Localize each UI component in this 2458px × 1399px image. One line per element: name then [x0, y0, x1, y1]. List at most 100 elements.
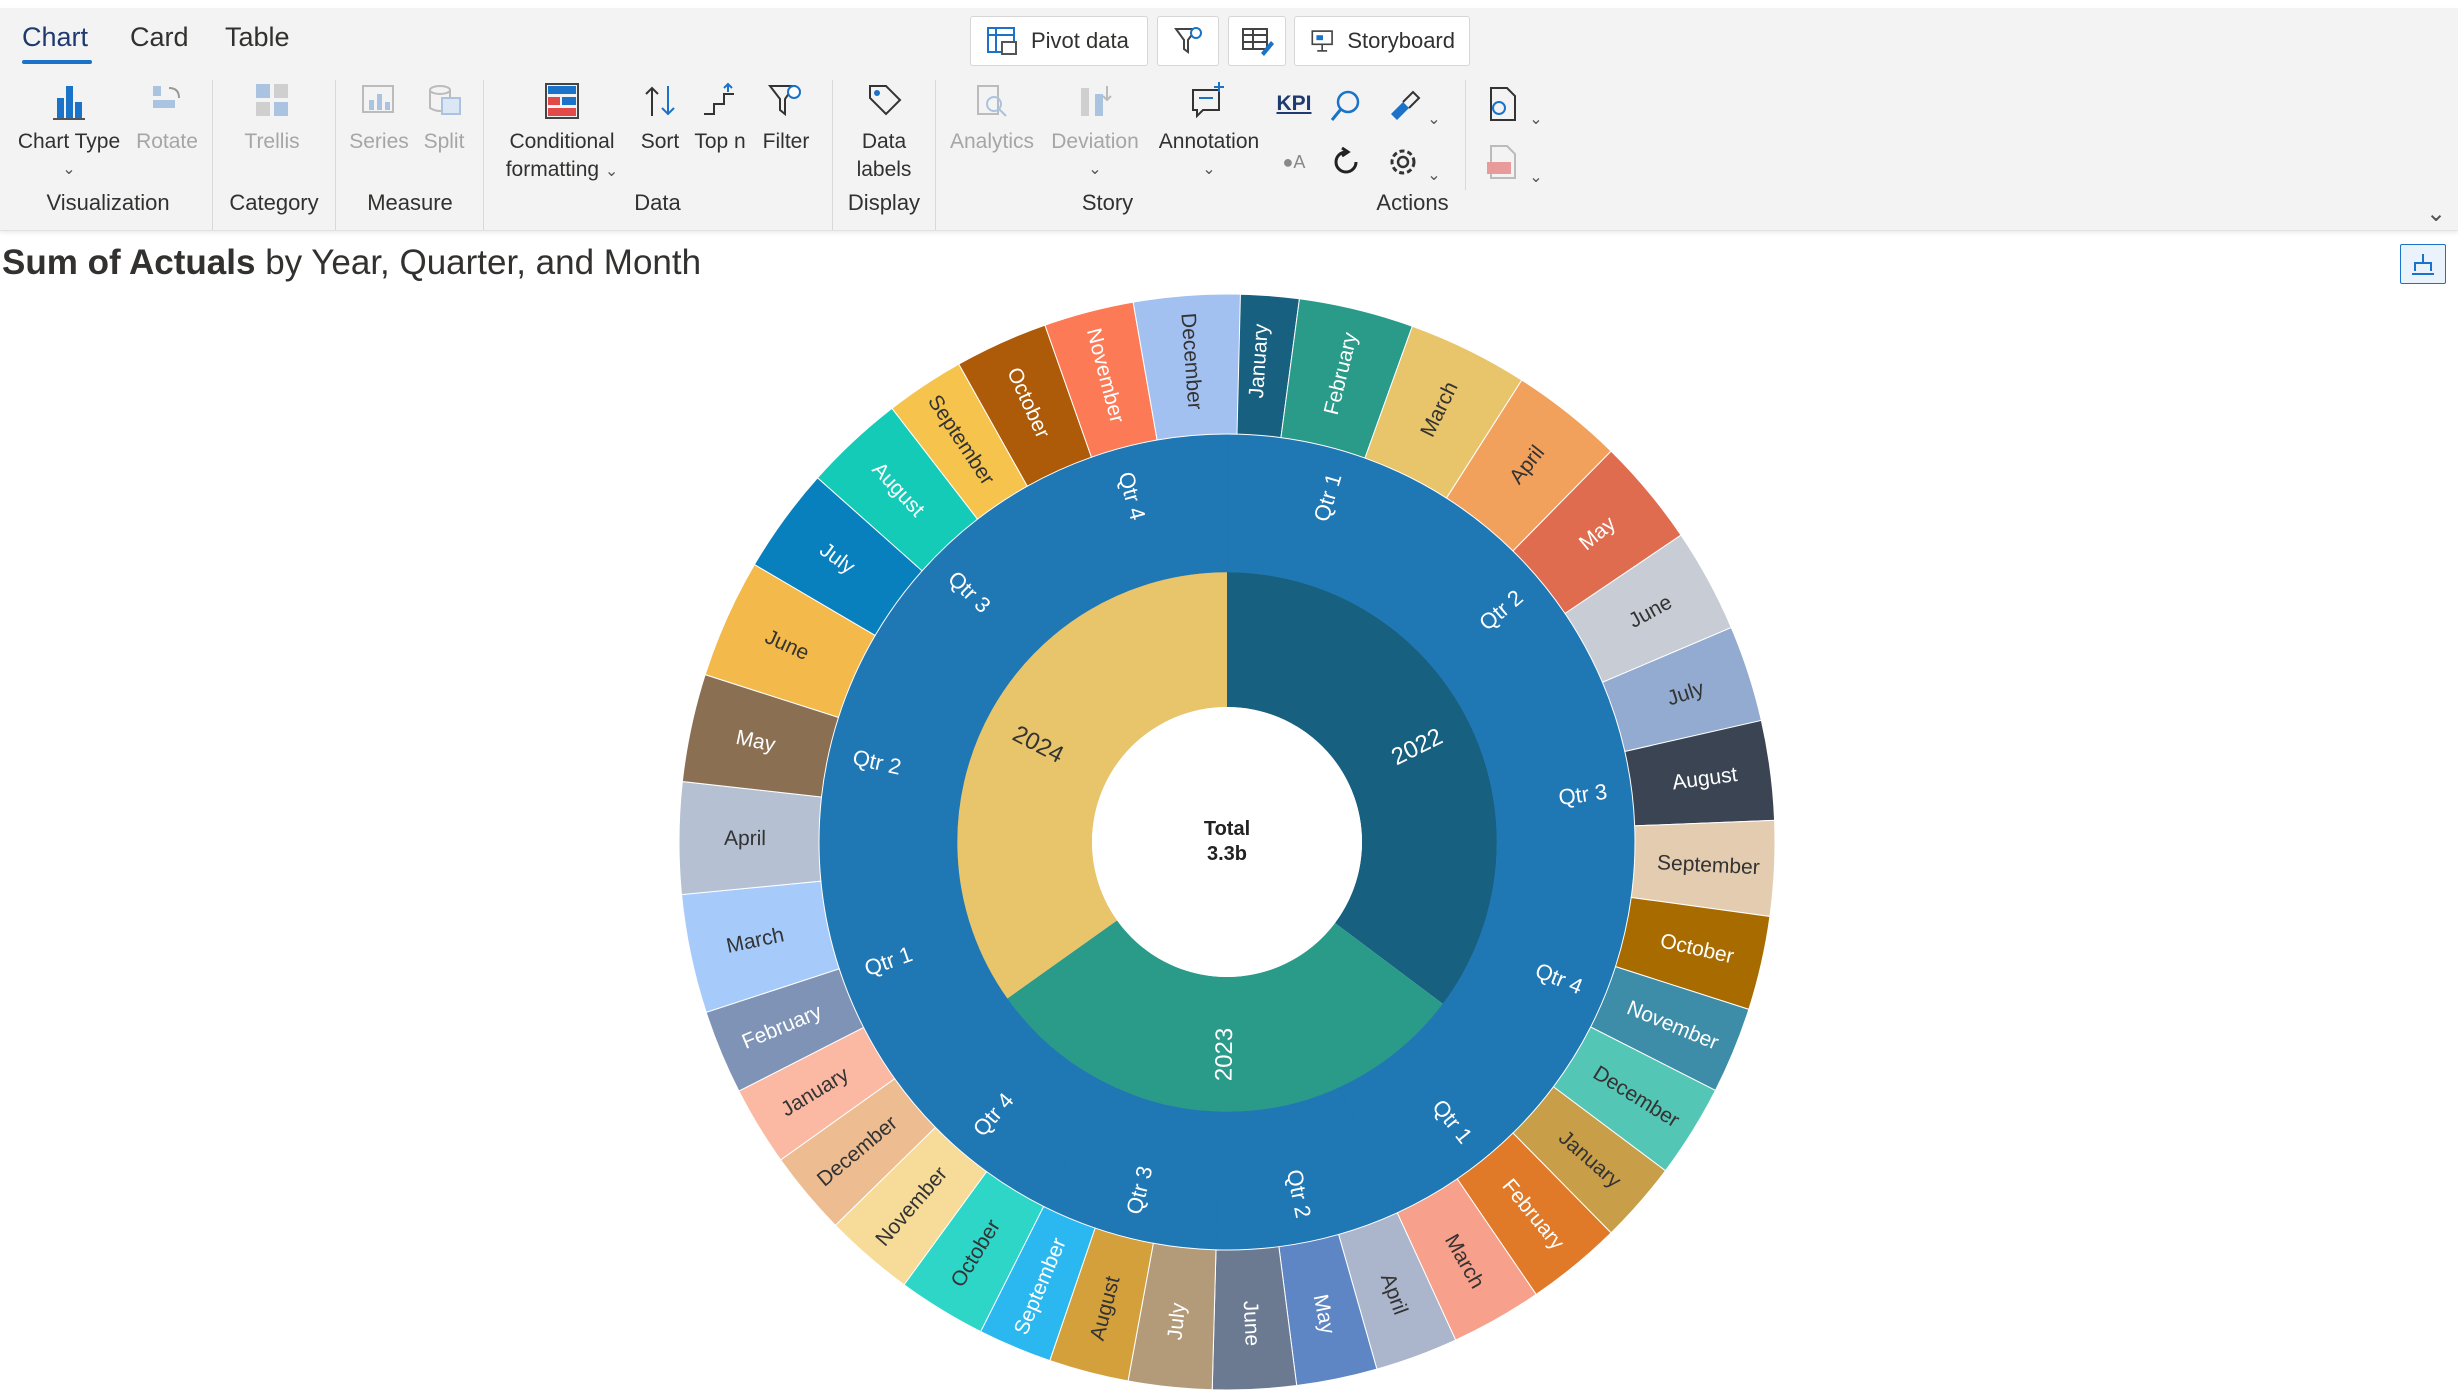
- chevron-down-icon: ⌄: [62, 161, 76, 178]
- tab-card[interactable]: Card: [130, 22, 189, 53]
- data-group-label: Data: [634, 190, 681, 215]
- chevron-down-icon: ⌄: [604, 163, 619, 180]
- split-label: Split: [423, 130, 465, 153]
- export-pdf-button[interactable]: ⌄: [1478, 142, 1548, 192]
- filter-settings-button[interactable]: [1157, 16, 1219, 66]
- table-edit-icon: [1242, 28, 1274, 56]
- annotation-button[interactable]: Annotation ⌄: [1150, 80, 1268, 184]
- chevron-down-icon: ⌄: [1529, 111, 1543, 128]
- rotate-label: Rotate: [136, 130, 198, 153]
- pivot-data-label: Pivot data: [1031, 28, 1129, 53]
- analytics-label: Analytics: [949, 130, 1035, 153]
- deviation-icon: [1081, 86, 1112, 116]
- collapse-ribbon-button[interactable]: ⌄: [2424, 200, 2448, 229]
- filter-label: Filter: [762, 130, 810, 153]
- chart-title: Sum of Actuals by Year, Quarter, and Mon…: [2, 243, 701, 283]
- ribbon-separator: [483, 80, 484, 230]
- paint-brush-icon: [1391, 90, 1421, 120]
- ribbon-separator: [335, 80, 336, 230]
- deviation-label: Deviation: [1051, 130, 1139, 153]
- visualization-group-label: Visualization: [46, 190, 170, 215]
- sort-label: Sort: [640, 130, 680, 153]
- filter-gear-icon: [1174, 27, 1202, 54]
- storyboard-icon: [1311, 30, 1333, 52]
- series-icon: [362, 85, 394, 113]
- chevron-down-icon: ⌄: [1427, 167, 1441, 184]
- search-icon: [1330, 90, 1360, 121]
- chart-type-button[interactable]: Chart Type ⌄: [14, 80, 124, 184]
- drill-down-button[interactable]: [2400, 244, 2446, 284]
- trellis-label: Trellis: [244, 130, 300, 153]
- analytics-button[interactable]: Analytics: [946, 80, 1038, 156]
- annotation-icon: [1192, 82, 1224, 119]
- refresh-icon: [1334, 146, 1358, 174]
- chart-type-label: Chart Type: [17, 130, 121, 153]
- tab-active-indicator: [22, 60, 92, 64]
- ribbon-separator: [212, 80, 213, 230]
- conditional-formatting-icon: [545, 83, 579, 119]
- pivot-table-icon: [987, 27, 1017, 55]
- conditional-formatting-button[interactable]: Conditional formatting ⌄: [492, 80, 632, 186]
- center-hole: [1092, 707, 1362, 977]
- chevron-down-icon: ⌄: [1427, 111, 1441, 128]
- pdf-icon: [1487, 145, 1517, 179]
- sort-icon: [645, 86, 675, 116]
- ribbon-separator: [935, 80, 936, 230]
- data-labels-label-line2: labels: [856, 158, 912, 181]
- annotation-label: Annotation: [1158, 130, 1260, 153]
- split-button[interactable]: Split: [414, 80, 474, 156]
- trellis-button[interactable]: Trellis: [230, 80, 314, 156]
- top-n-icon: [704, 82, 734, 115]
- gear-icon: [1390, 149, 1416, 175]
- month-label: July: [1163, 1301, 1190, 1341]
- actions-group-label: Actions: [1376, 190, 1449, 215]
- tab-table[interactable]: Table: [225, 22, 290, 53]
- sort-button[interactable]: Sort: [632, 80, 688, 156]
- split-icon: [429, 85, 461, 115]
- kpi-button[interactable]: KPI: [1272, 90, 1316, 118]
- deviation-button[interactable]: Deviation ⌄: [1046, 80, 1144, 184]
- year-label: 2023: [1211, 1028, 1239, 1082]
- top-n-label: Top n: [694, 130, 746, 153]
- reset-button[interactable]: [1326, 144, 1366, 188]
- series-button[interactable]: Series: [345, 80, 413, 156]
- top-strip: [0, 0, 2458, 8]
- data-label-toggle-button[interactable]: ●A: [1272, 148, 1316, 176]
- edit-table-button[interactable]: [1228, 16, 1286, 66]
- export-settings-button[interactable]: ⌄: [1478, 84, 1548, 134]
- filter-button[interactable]: Filter: [754, 80, 818, 156]
- export-settings-icon: [1490, 87, 1517, 121]
- format-brush-button[interactable]: ⌄: [1380, 88, 1446, 134]
- sunburst-chart: 202220232024Qtr 1Qtr 2Qtr 3Qtr 4Qtr 1Qtr…: [678, 293, 1776, 1391]
- display-group-label: Display: [847, 190, 921, 215]
- ribbon-toolbar: Chart Card Table Pivot data Storyboard C…: [0, 8, 2458, 231]
- settings-button[interactable]: ⌄: [1380, 144, 1446, 190]
- chevron-down-icon: ⌄: [1088, 161, 1102, 178]
- conditional-formatting-label-line2: formatting: [505, 158, 600, 181]
- data-labels-label-line1: Data: [861, 130, 907, 153]
- tab-chart[interactable]: Chart: [22, 22, 88, 53]
- chart-title-measure: Sum of Actuals: [2, 243, 256, 282]
- story-group-label: Story: [1081, 190, 1134, 215]
- chart-title-rest: by Year, Quarter, and Month: [265, 243, 702, 282]
- ribbon-separator: [832, 80, 833, 230]
- search-button[interactable]: [1326, 88, 1366, 132]
- category-group-label: Category: [229, 190, 319, 215]
- month-label: April: [724, 827, 766, 850]
- dot-a-icon: ●A: [1282, 152, 1306, 172]
- hierarchy-icon: [2412, 254, 2434, 275]
- storyboard-button[interactable]: Storyboard: [1294, 16, 1470, 66]
- chevron-down-icon: ⌄: [1202, 161, 1216, 178]
- rotate-icon: [153, 86, 180, 108]
- series-label: Series: [349, 130, 409, 153]
- trellis-icon: [256, 84, 288, 116]
- rotate-button[interactable]: Rotate: [128, 80, 206, 156]
- center-total-value: 3.3b: [1207, 843, 1247, 865]
- conditional-formatting-label-line1: Conditional: [509, 130, 615, 153]
- center-total-label: Total: [1204, 818, 1250, 840]
- filter-icon: [767, 85, 801, 117]
- data-labels-button[interactable]: Data labels: [842, 80, 926, 184]
- tag-icon: [869, 85, 902, 116]
- top-n-button[interactable]: Top n: [688, 80, 752, 156]
- pivot-data-button[interactable]: Pivot data: [970, 16, 1148, 66]
